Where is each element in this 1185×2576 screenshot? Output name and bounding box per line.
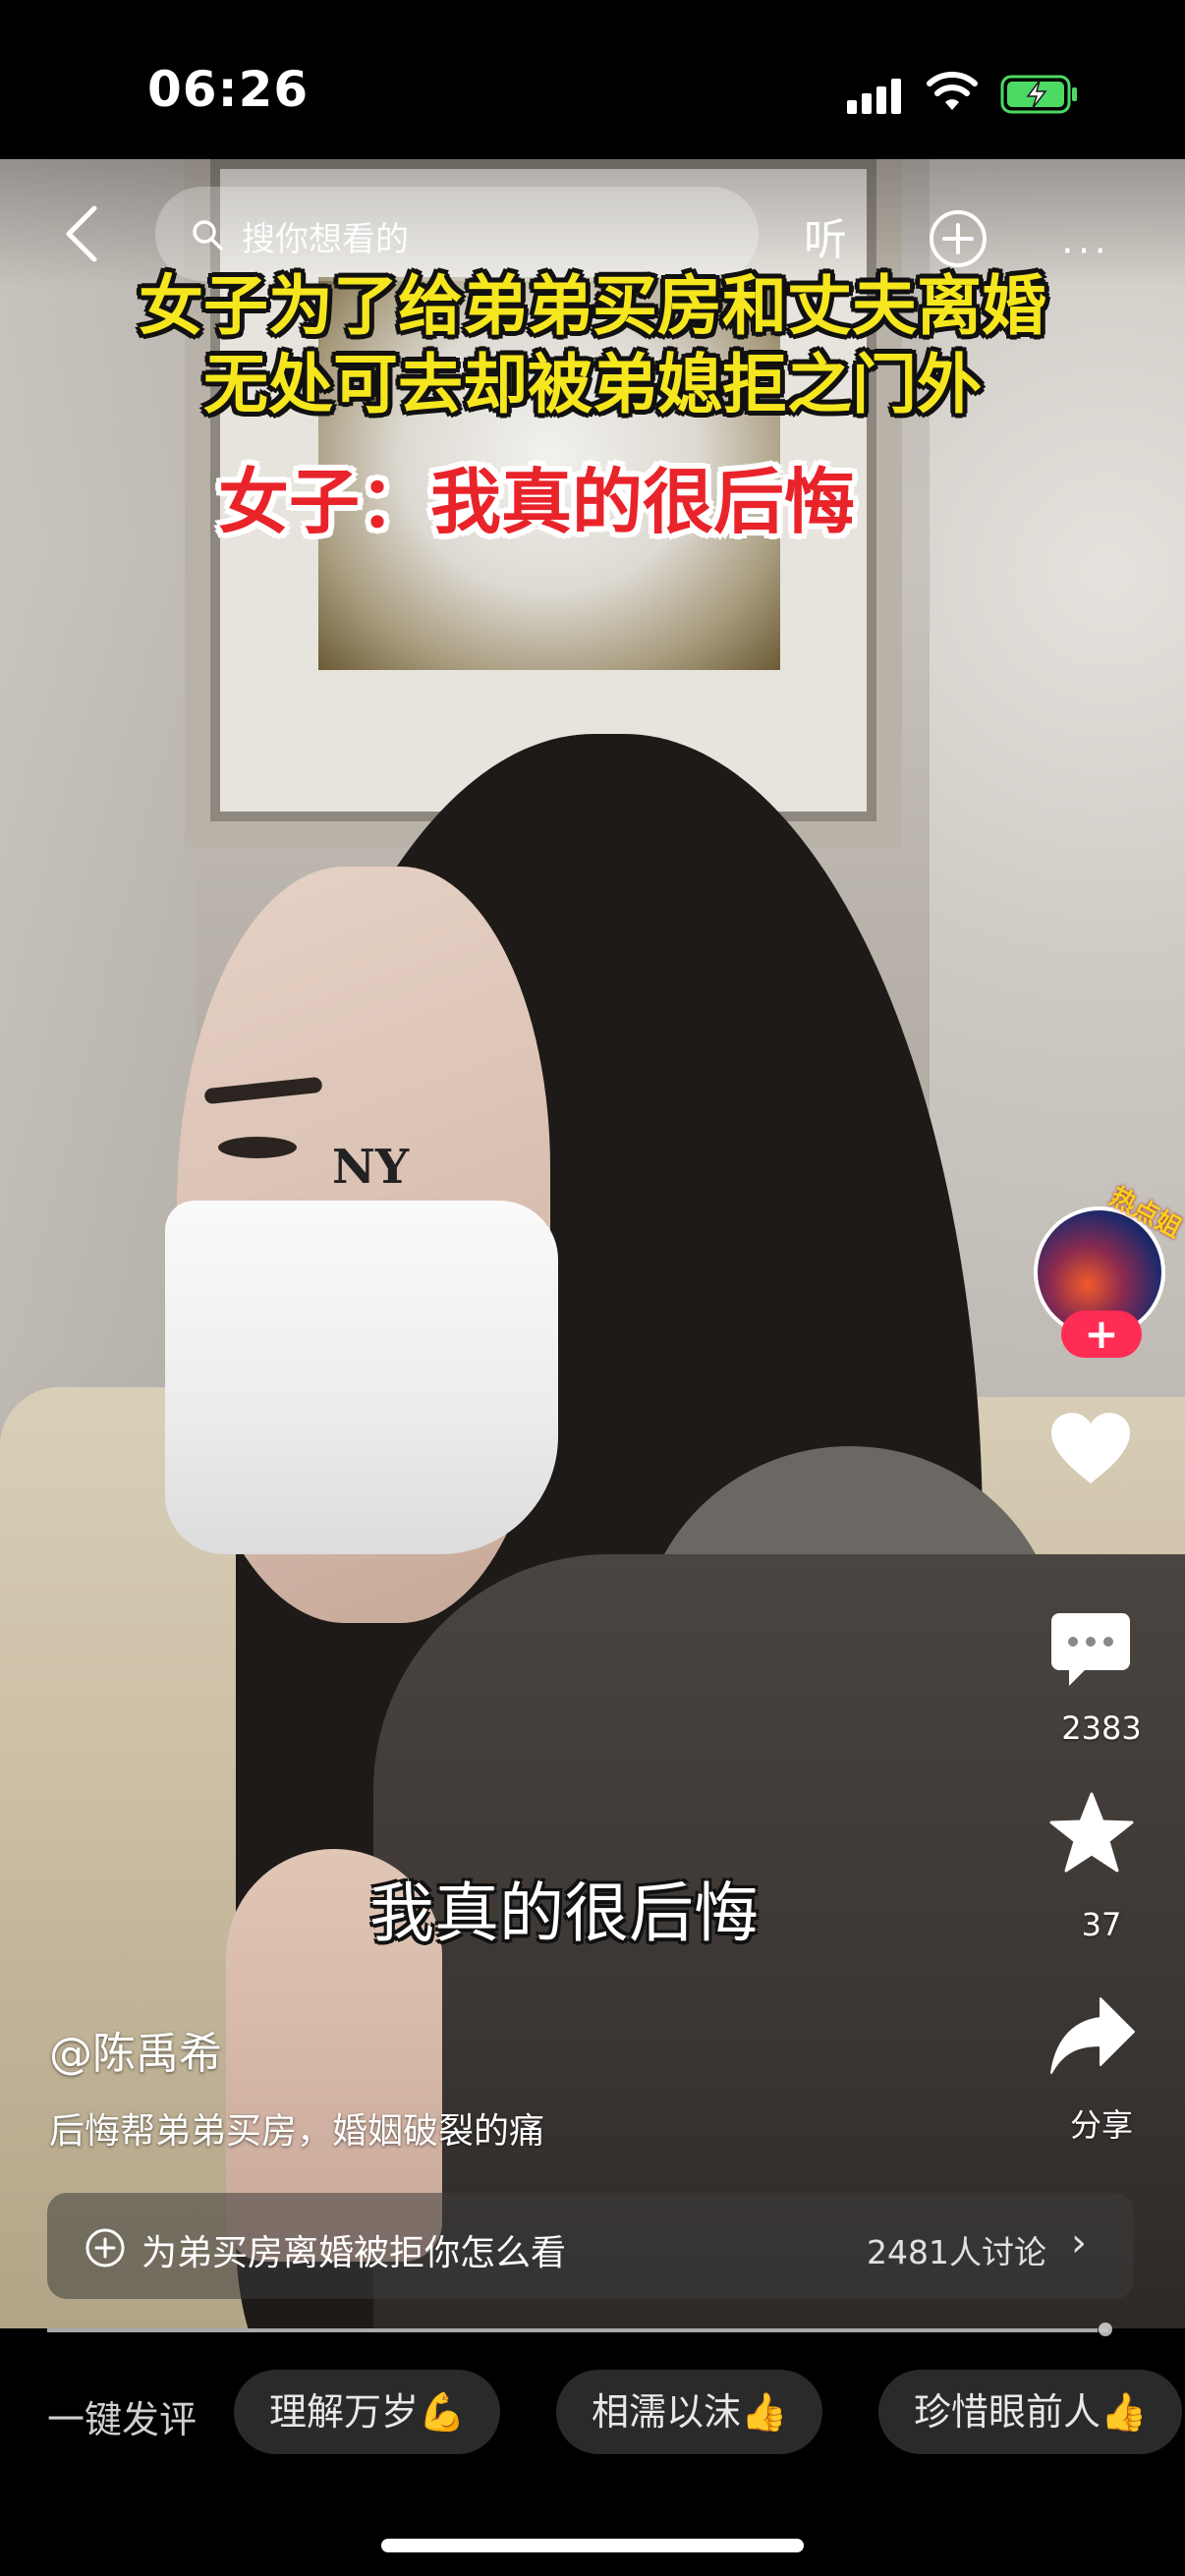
share-arrow-icon[interactable]: [1049, 1994, 1136, 2077]
video-progress-bar[interactable]: [47, 2328, 1108, 2332]
share-label[interactable]: 分享: [1008, 2100, 1185, 2146]
comment-icon[interactable]: [1049, 1611, 1132, 1690]
face-mask: [165, 1201, 558, 1554]
wifi-icon: [927, 72, 978, 110]
search-icon: [193, 220, 223, 251]
video-progress-handle[interactable]: [1099, 2323, 1112, 2336]
video-description: 后悔帮弟弟买房，婚姻破裂的痛: [49, 2111, 545, 2152]
quick-comment-chip[interactable]: 理解万岁💪: [234, 2370, 501, 2454]
comment-count: 2383: [1061, 1709, 1142, 1747]
status-bar: 06:26: [0, 0, 1185, 159]
quick-comment-label: 一键发评: [47, 2398, 198, 2441]
person-eye: [218, 1137, 297, 1158]
topic-discussion-count: 2481人讨论: [867, 2233, 1046, 2271]
favorite-star-icon[interactable]: [1049, 1792, 1134, 1875]
add-circle-icon: [85, 2228, 125, 2268]
favorite-count: 37: [1081, 1906, 1122, 1943]
cellular-signal-icon: [847, 79, 901, 114]
headline-line-2: 无处可去却被弟媳拒之门外: [203, 347, 982, 422]
status-time: 06:26: [147, 61, 310, 118]
home-indicator[interactable]: [381, 2539, 804, 2552]
mask-logo: NY: [332, 1140, 410, 1195]
follow-button[interactable]: +: [1061, 1311, 1142, 1358]
author-name[interactable]: @陈禹希: [49, 2018, 222, 2081]
video-subtitle: 我真的很后悔: [369, 1876, 759, 1951]
quick-comment-chip[interactable]: 相濡以沫👍: [556, 2370, 823, 2454]
chevron-right-icon: ›: [1071, 2220, 1087, 2266]
video-progress-fill: [47, 2328, 1099, 2332]
topic-text[interactable]: 为弟买房离婚被拒你怎么看: [141, 2224, 566, 2275]
headline-line-3: 女子：我真的很后悔: [218, 461, 856, 543]
battery-charging-icon: [1000, 75, 1077, 114]
quick-comment-chip[interactable]: 珍惜眼前人👍: [878, 2370, 1183, 2454]
like-heart-icon[interactable]: [1049, 1411, 1132, 1485]
